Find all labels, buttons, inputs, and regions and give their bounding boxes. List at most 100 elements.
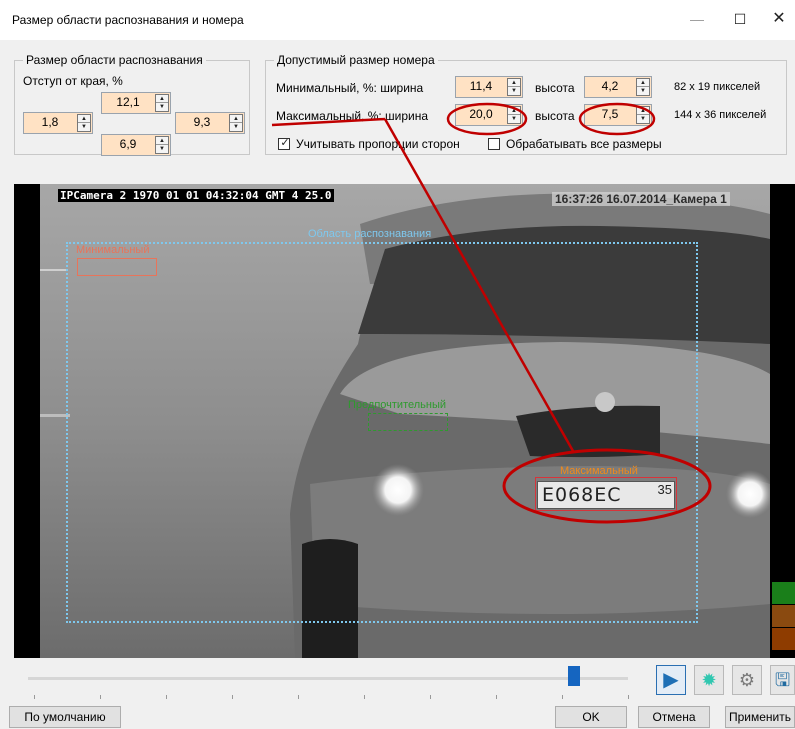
loading-icon: ✹	[701, 670, 717, 690]
max-width-value[interactable]: 20,0	[458, 107, 504, 121]
offset-left-stepper[interactable]: 1,8 ▲ ▼	[23, 112, 93, 134]
arrow-up-icon[interactable]: ▲	[637, 107, 649, 115]
plate-size-group: Допустимый размер номера Минимальный, %:…	[265, 53, 787, 155]
min-pixels: 82 x 19 пикселей	[674, 81, 761, 93]
keep-aspect-checkbox[interactable]: ✓	[278, 137, 290, 150]
maximize-icon[interactable]: ☐	[725, 8, 755, 30]
preferred-zone-label: Предпочтительный	[348, 399, 447, 411]
min-height-label: высота	[535, 81, 575, 95]
recognition-area-zone[interactable]	[66, 242, 698, 623]
min-zone[interactable]	[77, 258, 157, 276]
min-width-arrows[interactable]: ▲ ▼	[507, 78, 521, 96]
min-label: Минимальный, %: ширина	[276, 81, 423, 95]
plate-size-legend: Допустимый размер номера	[274, 53, 438, 67]
arrow-up-icon[interactable]: ▲	[230, 115, 242, 123]
check-icon: ✓	[280, 137, 290, 149]
min-zone-label: Минимальный	[76, 244, 150, 256]
max-height-arrows[interactable]: ▲ ▼	[636, 106, 650, 124]
offset-label: Отступ от края, %	[23, 74, 123, 88]
offset-right-stepper[interactable]: 9,3 ▲ ▼	[175, 112, 245, 134]
offset-top-value[interactable]: 12,1	[104, 95, 152, 109]
timeline-tick	[562, 695, 563, 699]
osd-timestamp: 16:37:26 16.07.2014_Камера 1	[552, 192, 730, 206]
arrow-up-icon[interactable]: ▲	[156, 95, 168, 103]
min-width-value[interactable]: 11,4	[458, 79, 504, 93]
max-width-arrows[interactable]: ▲ ▼	[507, 106, 521, 124]
loading-button[interactable]: ✹	[694, 665, 724, 695]
arrow-down-icon[interactable]: ▼	[637, 87, 649, 95]
arrow-down-icon[interactable]: ▼	[156, 145, 168, 153]
cancel-button[interactable]: Отмена	[638, 706, 710, 728]
all-sizes-label[interactable]: Обрабатывать все размеры	[506, 137, 662, 151]
min-width-stepper[interactable]: 11,4 ▲ ▼	[455, 76, 523, 98]
apply-button[interactable]: Применить	[725, 706, 795, 728]
osd-camera-info: IPCamera 2 1970 01 01 04:32:04 GMT 4 25.…	[58, 189, 334, 202]
arrow-down-icon[interactable]: ▼	[637, 115, 649, 123]
arrow-up-icon[interactable]: ▲	[508, 107, 520, 115]
arrow-up-icon[interactable]: ▲	[508, 79, 520, 87]
max-zone-label: Максимальный	[560, 465, 638, 477]
arrow-down-icon[interactable]: ▼	[508, 115, 520, 123]
timeline-tick	[496, 695, 497, 699]
close-icon[interactable]: ✕	[764, 8, 794, 30]
offset-bottom-value[interactable]: 6,9	[104, 137, 152, 151]
arrow-down-icon[interactable]: ▼	[508, 87, 520, 95]
max-height-value[interactable]: 7,5	[587, 107, 633, 121]
recognition-area-group: Размер области распознавания Отступ от к…	[14, 53, 250, 156]
play-icon: ▶	[663, 669, 679, 691]
min-height-arrows[interactable]: ▲ ▼	[636, 78, 650, 96]
max-pixels: 144 x 36 пикселей	[674, 109, 767, 121]
arrow-down-icon[interactable]: ▼	[230, 123, 242, 131]
default-button[interactable]: По умолчанию	[9, 706, 121, 728]
max-height-stepper[interactable]: 7,5 ▲ ▼	[584, 104, 652, 126]
offset-bottom-arrows[interactable]: ▲ ▼	[155, 136, 169, 154]
max-width-label: ширина	[385, 109, 429, 123]
min-width-label: ширина	[380, 81, 424, 95]
save-button[interactable]: 🖫	[770, 665, 795, 695]
timeline-thumb[interactable]	[568, 666, 580, 686]
timeline-tick	[430, 695, 431, 699]
status-indicator-orange	[772, 628, 795, 650]
title-bar: Размер области распознавания и номера — …	[0, 0, 795, 40]
min-height-stepper[interactable]: 4,2 ▲ ▼	[584, 76, 652, 98]
window-title: Размер области распознавания и номера	[12, 13, 244, 27]
recognition-area-legend: Размер области распознавания	[23, 53, 206, 67]
offset-left-arrows[interactable]: ▲ ▼	[77, 114, 91, 132]
status-indicator-brown	[772, 605, 795, 627]
arrow-down-icon[interactable]: ▼	[78, 123, 90, 131]
offset-top-stepper[interactable]: 12,1 ▲ ▼	[101, 92, 171, 114]
timeline-tick	[364, 695, 365, 699]
offset-top-arrows[interactable]: ▲ ▼	[155, 94, 169, 112]
arrow-down-icon[interactable]: ▼	[156, 103, 168, 111]
recognition-area-label: Область распознавания	[308, 228, 432, 240]
timeline-track[interactable]	[28, 677, 628, 680]
preferred-zone[interactable]	[368, 413, 448, 431]
all-sizes-checkbox[interactable]	[488, 138, 500, 150]
arrow-up-icon[interactable]: ▲	[156, 137, 168, 145]
minimize-icon[interactable]: —	[682, 8, 712, 30]
camera-frame: Область распознавания Минимальный Предпо…	[40, 184, 770, 658]
offset-bottom-stepper[interactable]: 6,9 ▲ ▼	[101, 134, 171, 156]
min-label-text: Минимальный, %:	[276, 81, 377, 95]
min-height-value[interactable]: 4,2	[587, 79, 633, 93]
timeline-tick	[34, 695, 35, 699]
save-icon: 🖫	[774, 670, 791, 690]
offset-left-value[interactable]: 1,8	[26, 115, 74, 129]
keep-aspect-label[interactable]: Учитывать пропорции сторон	[296, 137, 460, 151]
max-zone[interactable]	[535, 477, 677, 511]
video-preview[interactable]: Область распознавания Минимальный Предпо…	[14, 184, 795, 658]
max-width-stepper[interactable]: 20,0 ▲ ▼	[455, 104, 523, 126]
lane-mark-1	[40, 269, 66, 271]
arrow-up-icon[interactable]: ▲	[78, 115, 90, 123]
timeline-tick	[232, 695, 233, 699]
settings-button[interactable]: ⚙	[732, 665, 762, 695]
play-button[interactable]: ▶	[656, 665, 686, 695]
dialog-body: Размер области распознавания Отступ от к…	[0, 40, 795, 729]
bottom-bar: ▶ ✹ ⚙ 🖫 По умолчанию OK Отмена Применить	[0, 658, 795, 729]
offset-right-arrows[interactable]: ▲ ▼	[229, 114, 243, 132]
gear-icon: ⚙	[738, 670, 756, 690]
ok-button[interactable]: OK	[555, 706, 627, 728]
offset-right-value[interactable]: 9,3	[178, 115, 226, 129]
timeline-tick	[628, 695, 629, 699]
arrow-up-icon[interactable]: ▲	[637, 79, 649, 87]
